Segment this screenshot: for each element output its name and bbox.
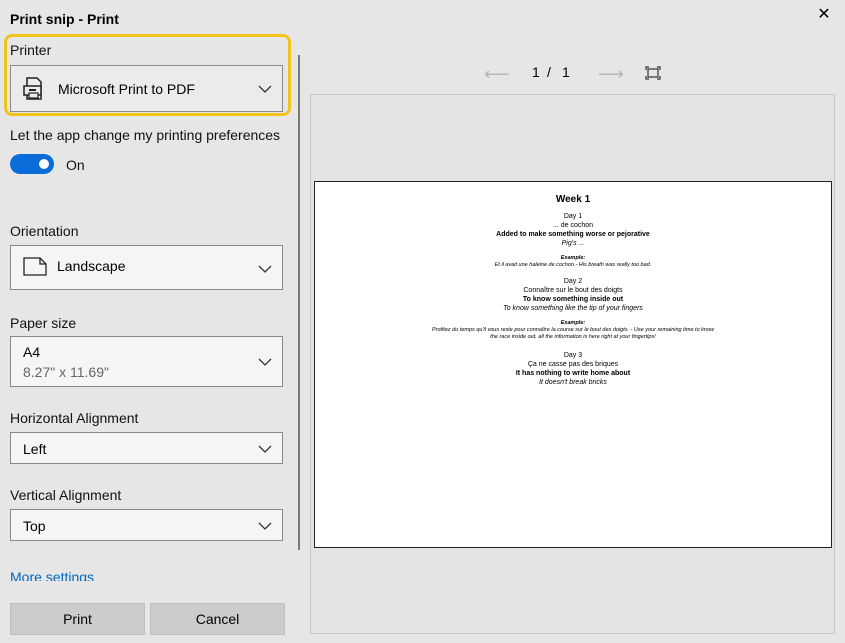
- day1-phrase: ... de cochon: [552, 222, 594, 229]
- chevron-down-icon: [258, 85, 272, 93]
- close-icon[interactable]: ✕: [815, 6, 833, 24]
- toggle-knob: [39, 159, 49, 169]
- preferences-label: Let the app change my printing preferenc…: [10, 127, 281, 143]
- printer-value: Microsoft Print to PDF: [58, 81, 195, 97]
- preferences-toggle[interactable]: [10, 154, 54, 174]
- horizontal-alignment-value: Left: [23, 441, 47, 457]
- vertical-alignment-value: Top: [23, 518, 46, 534]
- fit-page-icon[interactable]: [645, 66, 661, 80]
- day2-example-label: Example:: [560, 320, 586, 326]
- landscape-page-icon: [23, 257, 47, 276]
- vertical-alignment-dropdown[interactable]: Top: [10, 509, 283, 541]
- current-page: 1: [532, 64, 540, 80]
- day2-meaning: To know something inside out: [522, 296, 624, 303]
- day1-meaning: Added to make something worse or pejorat…: [496, 231, 650, 238]
- day2-title: Day 2: [563, 278, 583, 285]
- printer-dropdown[interactable]: Microsoft Print to PDF: [10, 65, 283, 112]
- print-button[interactable]: Print: [10, 603, 145, 635]
- horizontal-alignment-dropdown[interactable]: Left: [10, 432, 283, 464]
- settings-scrollbar[interactable]: [298, 55, 300, 550]
- preview-page: Week 1 Day 1 ... de cochon Added to make…: [314, 181, 832, 548]
- horizontal-alignment-label: Horizontal Alignment: [10, 410, 139, 426]
- next-page-icon[interactable]: ⟶: [598, 64, 624, 85]
- orientation-dropdown[interactable]: Landscape: [10, 245, 283, 290]
- day1-literal: Pig's ...: [561, 240, 585, 247]
- chevron-down-icon: [258, 445, 272, 453]
- chevron-down-icon: [258, 358, 272, 366]
- day2-literal: To know something like the tip of your f…: [503, 305, 643, 312]
- day3-literal: It doesn't break bricks: [539, 379, 607, 386]
- toggle-state-label: On: [66, 157, 85, 173]
- orientation-label: Orientation: [10, 223, 79, 239]
- paper-size-dimensions: 8.27" x 11.69": [23, 364, 109, 380]
- day2-phrase: Connaître sur le bout des doigts: [523, 287, 623, 294]
- printer-icon: [23, 77, 42, 100]
- day3-title: Day 3: [563, 352, 583, 359]
- day3-meaning: It has nothing to write home about: [515, 370, 631, 377]
- day3-phrase: Ça ne casse pas des briques: [527, 361, 619, 368]
- preview-heading: Week 1: [555, 194, 591, 205]
- vertical-alignment-label: Vertical Alignment: [10, 487, 122, 503]
- orientation-value: Landscape: [57, 258, 126, 274]
- paper-size-label: Paper size: [10, 315, 77, 331]
- total-pages: 1: [562, 64, 570, 80]
- page-separator: /: [547, 64, 551, 80]
- chevron-down-icon: [258, 265, 272, 273]
- paper-size-dropdown[interactable]: A4 8.27" x 11.69": [10, 336, 283, 387]
- chevron-down-icon: [258, 522, 272, 530]
- day2-example-line1: Profitez du temps qu'il vous reste pour …: [432, 327, 714, 333]
- day2-example-line2: the race inside out, all the information…: [490, 334, 656, 340]
- day1-example-label: Example:: [560, 255, 586, 261]
- more-settings-link[interactable]: More settings: [10, 569, 94, 581]
- window-title: Print snip - Print: [10, 11, 119, 27]
- day1-title: Day 1: [563, 213, 583, 220]
- previous-page-icon[interactable]: ⟵: [484, 64, 510, 85]
- paper-size-value: A4: [23, 344, 41, 360]
- day1-example: Et il avait une haleine de cochon.- His …: [494, 262, 652, 268]
- cancel-button[interactable]: Cancel: [150, 603, 285, 635]
